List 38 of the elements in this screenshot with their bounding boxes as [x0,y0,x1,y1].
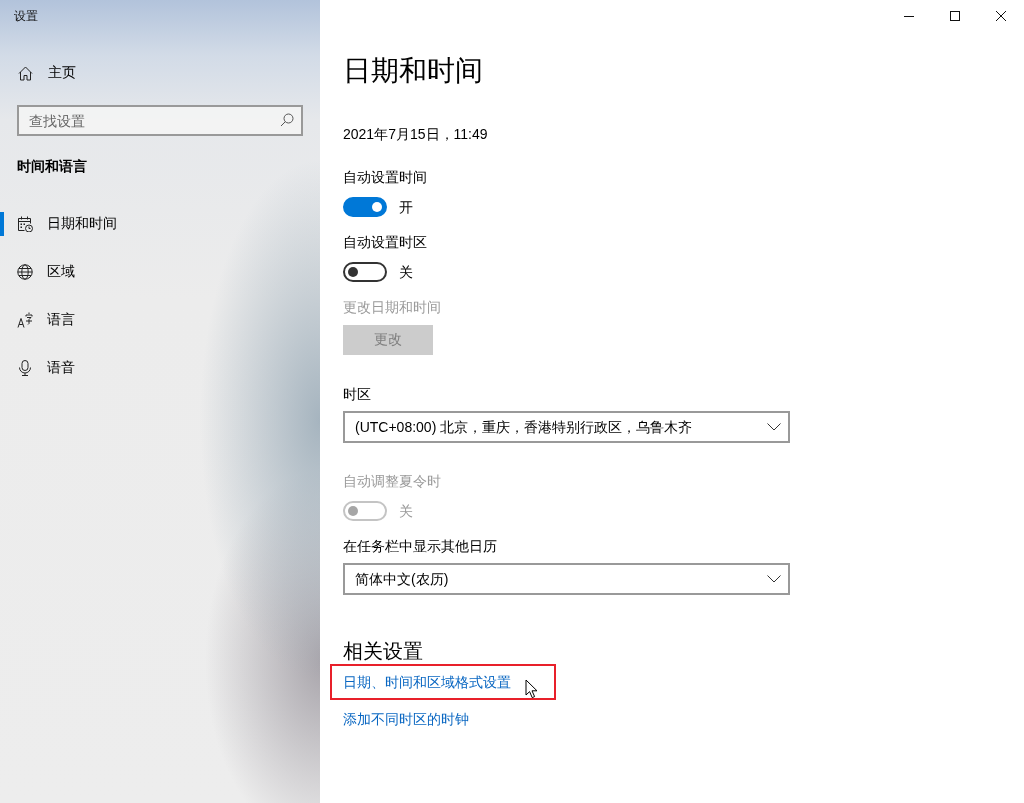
toggle-state-label: 关 [399,263,413,282]
home-nav-item[interactable]: 主页 [0,49,120,97]
setting-label: 更改日期和时间 [343,298,441,317]
toggle-state-label: 开 [399,198,413,217]
setting-label: 时区 [343,385,371,404]
toggle-switch[interactable] [343,262,387,282]
section-heading: 时间和语言 [17,157,88,176]
nav-item[interactable]: 日期和时间 [0,200,160,248]
nav-item[interactable]: 语音 [0,344,160,392]
link[interactable]: 日期、时间和区域格式设置 [343,672,511,692]
calendar-clock-icon [17,216,33,232]
setting-label: 自动设置时区 [343,233,427,252]
selection-indicator [0,212,4,236]
maximize-icon [950,11,960,21]
setting-label: 在任务栏中显示其他日历 [343,537,497,556]
search-field[interactable]: 查找设置 [17,105,303,136]
globe-icon [17,264,33,280]
setting-label: 自动设置时间 [343,168,427,187]
character-icon [17,312,33,328]
chevron-down-icon [767,575,781,583]
link[interactable]: 添加不同时区的时钟 [343,709,469,729]
nav-item[interactable]: 语言 [0,296,160,344]
search-icon[interactable] [280,113,294,127]
current-datetime: 2021年7月15日，11:49 [343,125,488,144]
section-heading: 相关设置 [343,639,423,664]
close-icon [996,11,1006,21]
home-icon [18,65,33,81]
window-title: 设置 [14,8,38,24]
toggle-state-label: 关 [399,502,413,521]
chevron-down-icon [767,423,781,431]
dropdown[interactable]: 简体中文(农历) [343,563,790,595]
page-title: 日期和时间 [343,54,483,88]
dropdown[interactable]: (UTC+08:00) 北京，重庆，香港特别行政区，乌鲁木齐 [343,411,790,443]
mouse-pointer-icon [525,679,539,699]
setting-label: 自动调整夏令时 [343,472,441,491]
toggle-switch[interactable] [343,197,387,217]
nav-item[interactable]: 区域 [0,248,160,296]
microphone-icon [17,360,33,376]
